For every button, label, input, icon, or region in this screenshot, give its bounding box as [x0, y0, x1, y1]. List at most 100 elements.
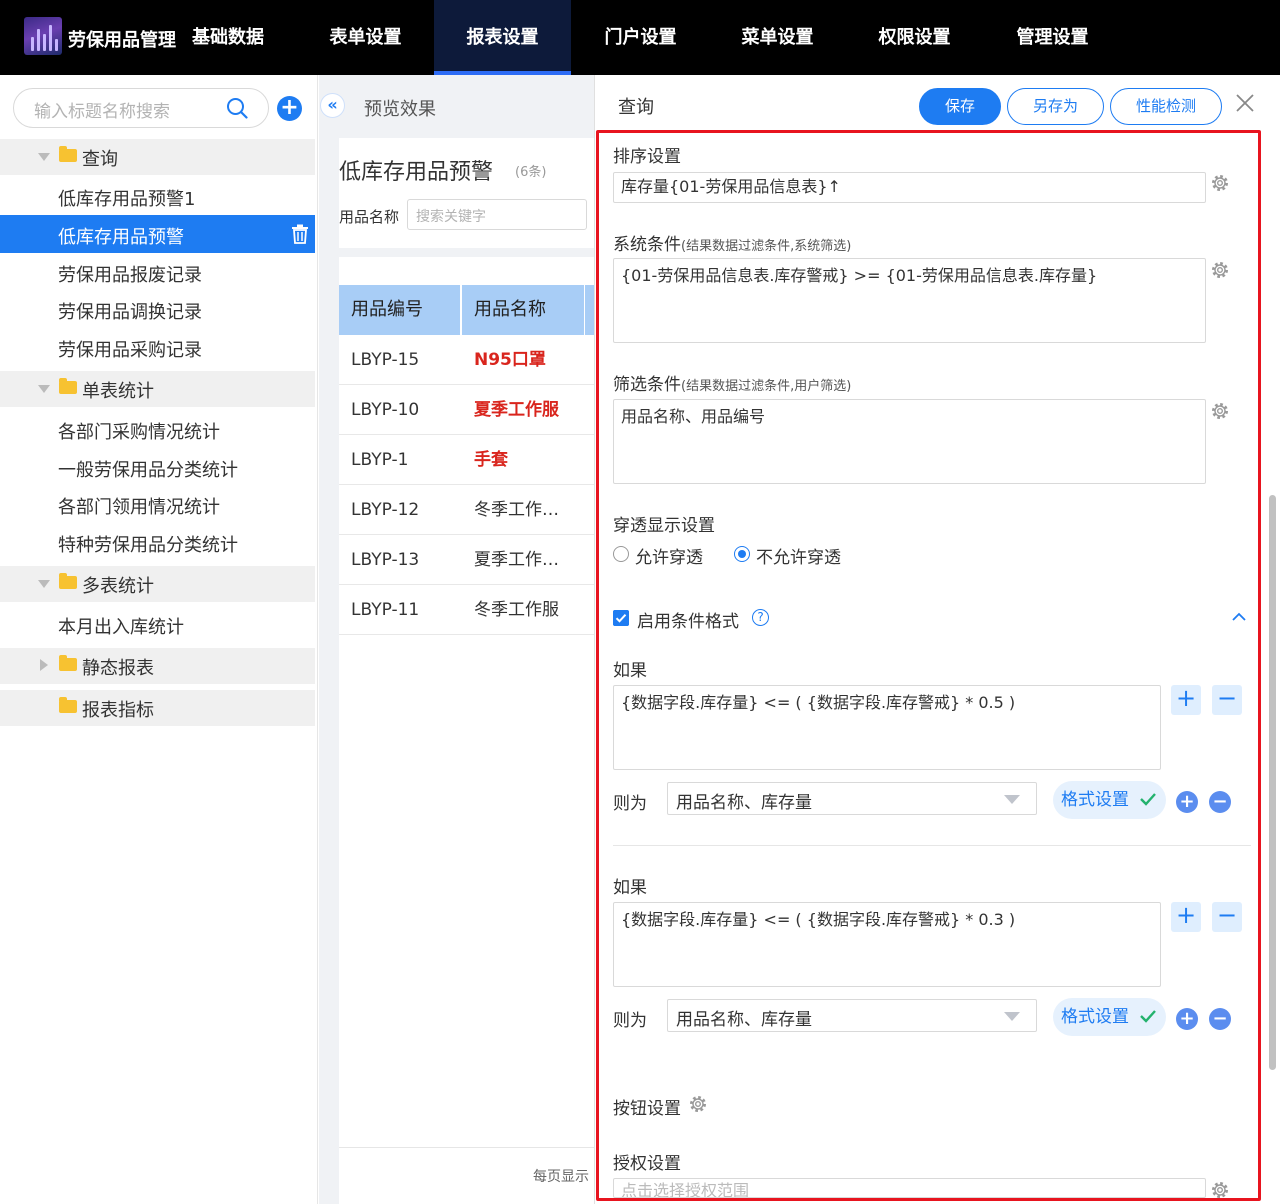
sidebar-item[interactable]: 各部门领用情况统计	[0, 485, 315, 523]
remove-condition-button[interactable]: −	[1212, 902, 1242, 932]
chevron-up-icon[interactable]	[1232, 610, 1246, 624]
filter-conditions-field[interactable]: 用品名称、用品编号	[613, 399, 1206, 484]
checkmark-icon	[1140, 793, 1156, 806]
sort-field[interactable]: 库存量{01-劳保用品信息表}↑	[613, 172, 1206, 203]
auth-scope-field[interactable]: 点击选择授权范围	[613, 1178, 1206, 1198]
gear-icon[interactable]	[1210, 1180, 1230, 1200]
sidebar-item-label: 劳保用品调换记录	[58, 302, 202, 323]
delete-icon[interactable]	[291, 224, 309, 244]
rule-divider	[613, 845, 1251, 846]
folder-icon	[59, 573, 77, 589]
rule-expression-field[interactable]: {数据字段.库存量} <= ( {数据字段.库存警戒} * 0.5 )	[613, 685, 1161, 770]
table-cell-name: N95口罩	[462, 335, 594, 385]
sidebar-item[interactable]: 劳保用品报废记录	[0, 253, 315, 291]
target-fields-value: 用品名称、库存量	[676, 793, 812, 813]
group-report-indicators[interactable]: 报表指标	[0, 690, 315, 726]
table-cell-name: 夏季工作…	[462, 535, 594, 585]
record-count: (6条)	[515, 165, 547, 180]
target-fields-select[interactable]: 用品名称、库存量	[667, 999, 1037, 1032]
group-multi-stats[interactable]: 多表统计	[0, 566, 315, 602]
then-label: 则为	[613, 794, 647, 814]
remove-rule-icon[interactable]: −	[1209, 1008, 1231, 1030]
nav-basic-data[interactable]: 基础数据	[178, 0, 278, 75]
sidebar-item[interactable]: 本月出入库统计	[0, 605, 315, 643]
column-header-code[interactable]: 用品编号	[339, 285, 461, 335]
table-cell-name: 手套	[462, 435, 594, 485]
nav-menu-settings[interactable]: 菜单设置	[712, 0, 843, 75]
then-label: 则为	[613, 1011, 647, 1031]
folder-icon	[59, 378, 77, 394]
table-cell-code: LBYP-15	[339, 335, 462, 385]
remove-condition-button[interactable]: −	[1212, 685, 1242, 715]
nav-form-settings[interactable]: 表单设置	[300, 0, 431, 75]
add-condition-button[interactable]: +	[1171, 902, 1201, 932]
dropdown-arrow-icon	[1004, 1012, 1020, 1021]
group-label: 报表指标	[82, 700, 154, 721]
save-as-button[interactable]: 另存为	[1007, 88, 1104, 125]
group-static-reports[interactable]: 静态报表	[0, 648, 315, 684]
collapse-panel-button[interactable]: «	[320, 93, 345, 118]
nav-portal-settings[interactable]: 门户设置	[575, 0, 706, 75]
target-fields-select[interactable]: 用品名称、库存量	[667, 782, 1037, 815]
target-fields-value: 用品名称、库存量	[676, 1010, 812, 1030]
deny-drill-label: 不允许穿透	[756, 548, 841, 568]
search-input[interactable]: 输入标题名称搜索	[13, 88, 269, 128]
add-rule-icon[interactable]: +	[1176, 1008, 1198, 1030]
folder-icon	[59, 146, 77, 162]
nav-management-settings[interactable]: 管理设置	[987, 0, 1118, 75]
table-cell-name: 夏季工作服	[462, 385, 594, 435]
sidebar-item-label: 一般劳保用品分类统计	[58, 460, 238, 481]
folder-icon	[59, 697, 77, 713]
group-single-stats[interactable]: 单表统计	[0, 371, 315, 407]
format-settings-button[interactable]: 格式设置	[1053, 998, 1166, 1036]
radio-allow-drill[interactable]	[613, 546, 629, 562]
system-conditions-field[interactable]: {01-劳保用品信息表.库存警戒} >= {01-劳保用品信息表.库存量}	[613, 258, 1206, 343]
filter-conditions-title: 筛选条件	[613, 375, 681, 395]
keyword-placeholder: 搜索关键字	[416, 209, 486, 225]
gear-icon[interactable]	[1210, 173, 1230, 193]
sidebar-item[interactable]: 各部门采购情况统计	[0, 410, 315, 448]
column-header-name[interactable]: 用品名称	[462, 285, 584, 335]
add-condition-button[interactable]: +	[1171, 685, 1201, 715]
drill-through-label: 穿透显示设置	[613, 516, 715, 536]
close-icon[interactable]	[1234, 92, 1256, 114]
sidebar-item[interactable]: 一般劳保用品分类统计	[0, 448, 315, 486]
format-settings-button[interactable]: 格式设置	[1053, 781, 1166, 819]
table-cell-name: 冬季工作服	[462, 585, 594, 635]
remove-rule-icon[interactable]: −	[1209, 791, 1231, 813]
add-report-button[interactable]: +	[277, 96, 302, 121]
table-cell-code: LBYP-11	[339, 585, 462, 635]
sidebar-item-label: 劳保用品报废记录	[58, 265, 202, 286]
gear-icon[interactable]	[1210, 260, 1230, 280]
add-rule-icon[interactable]: +	[1176, 791, 1198, 813]
save-button[interactable]: 保存	[919, 88, 1001, 125]
pagination-footer: 每页显示	[339, 1147, 594, 1204]
app-title: 劳保用品管理	[68, 30, 176, 51]
group-query[interactable]: 查询	[0, 139, 315, 175]
rule-expression-field[interactable]: {数据字段.库存量} <= ( {数据字段.库存警戒} * 0.3 )	[613, 902, 1161, 987]
sidebar-item[interactable]: 劳保用品采购记录	[0, 328, 315, 366]
if-label: 如果	[613, 661, 647, 681]
keyword-search-input[interactable]: 搜索关键字	[407, 199, 587, 230]
scrollbar[interactable]	[1269, 495, 1276, 1070]
table-cell-name: 冬季工作…	[462, 485, 594, 535]
help-icon[interactable]: ?	[752, 609, 769, 626]
button-settings-label: 按钮设置	[613, 1099, 681, 1119]
sidebar-item-active[interactable]: 低库存用品预警	[0, 215, 315, 253]
format-settings-label: 格式设置	[1061, 1007, 1129, 1027]
performance-check-button[interactable]: 性能检测	[1110, 88, 1222, 125]
allow-drill-label: 允许穿透	[635, 548, 703, 568]
table-cell-code: LBYP-12	[339, 485, 462, 535]
sidebar-item[interactable]: 低库存用品预警1	[0, 177, 315, 215]
search-icon[interactable]	[226, 97, 248, 119]
sidebar-item[interactable]: 劳保用品调换记录	[0, 290, 315, 328]
group-label: 多表统计	[82, 576, 154, 597]
collapse-arrow-icon	[38, 153, 50, 161]
checkbox-checked-icon[interactable]	[613, 610, 629, 626]
nav-report-settings[interactable]: 报表设置	[434, 0, 571, 75]
gear-icon[interactable]	[688, 1094, 708, 1114]
nav-permission-settings[interactable]: 权限设置	[849, 0, 980, 75]
radio-deny-drill[interactable]	[734, 546, 750, 562]
gear-icon[interactable]	[1210, 401, 1230, 421]
sidebar-item[interactable]: 特种劳保用品分类统计	[0, 523, 315, 561]
